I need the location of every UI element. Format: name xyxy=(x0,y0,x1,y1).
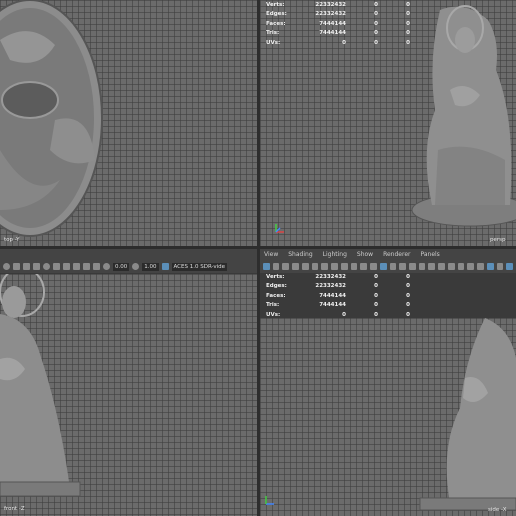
color-management-icon[interactable] xyxy=(506,263,514,270)
select-camera-icon[interactable] xyxy=(13,263,20,270)
hud-stats-top: Verts: 22332432 0 0 Edges: 22332432 0 0 Faces:… xyxy=(266,1,410,46)
panel-menubar: View Shading Lighting Show Renderer Pane… xyxy=(260,249,516,260)
viewport-divider-horizontal[interactable] xyxy=(0,246,516,249)
xray-icon[interactable] xyxy=(477,263,484,270)
colorspace-select[interactable]: ACES 1.0 SDR-vide xyxy=(171,262,228,271)
image-plane-icon[interactable] xyxy=(301,263,309,270)
wireframe-icon[interactable] xyxy=(379,263,387,270)
camera-label-side: side -X xyxy=(488,507,507,513)
viewport-front[interactable]: front -Z xyxy=(0,274,257,516)
camera-icon[interactable] xyxy=(3,263,10,270)
gate-mask-icon[interactable] xyxy=(83,263,90,270)
film-gate-icon[interactable] xyxy=(321,263,329,270)
exposure-field[interactable]: 0.00 xyxy=(113,262,130,271)
camera-label-top: top -Y xyxy=(4,237,20,243)
lock-camera-icon[interactable] xyxy=(23,263,30,270)
exposure-icon[interactable] xyxy=(103,263,110,270)
grid-icon[interactable] xyxy=(53,263,60,270)
field-chart-icon[interactable] xyxy=(93,263,100,270)
film-gate-icon[interactable] xyxy=(63,263,70,270)
lights-icon[interactable] xyxy=(409,263,416,270)
motion-blur-icon[interactable] xyxy=(438,263,445,270)
isolate-select-icon[interactable] xyxy=(467,263,475,270)
menu-panels[interactable]: Panels xyxy=(420,251,439,258)
field-chart-icon[interactable] xyxy=(350,263,358,270)
viewport-side[interactable]: side -X xyxy=(260,318,516,516)
xray-joints-icon[interactable] xyxy=(486,263,494,270)
axis-gizmo-icon xyxy=(264,494,276,506)
anti-aliasing-icon[interactable] xyxy=(447,263,455,270)
viewport-persp[interactable]: Verts: 22332432 0 0 Edges: 22332432 0 0 Faces:… xyxy=(260,0,516,246)
gamma-field[interactable]: 1.00 xyxy=(142,262,159,271)
front-view-model xyxy=(0,274,81,497)
resolution-gate-icon[interactable] xyxy=(73,263,80,270)
lock-camera-icon[interactable] xyxy=(282,263,290,270)
color-management-icon[interactable] xyxy=(161,263,169,270)
backface-culling-icon[interactable] xyxy=(496,263,504,270)
safe-action-icon[interactable] xyxy=(360,263,368,270)
bookmark-icon[interactable] xyxy=(33,263,40,270)
axis-gizmo-icon xyxy=(274,222,286,234)
menu-view[interactable]: View xyxy=(264,251,278,258)
menu-lighting[interactable]: Lighting xyxy=(323,251,347,258)
shadows-icon[interactable] xyxy=(418,263,426,270)
camera-label-persp: persp xyxy=(490,237,506,243)
select-camera-icon[interactable] xyxy=(272,263,280,270)
camera-icon[interactable] xyxy=(263,263,270,270)
side-view-model xyxy=(419,318,516,511)
bookmark-icon[interactable] xyxy=(292,263,299,270)
ambient-occlusion-icon[interactable] xyxy=(428,263,436,270)
gate-mask-icon[interactable] xyxy=(340,263,348,270)
viewport-top[interactable]: top -Y xyxy=(0,0,257,246)
grid-icon[interactable] xyxy=(311,263,319,270)
image-plane-icon[interactable] xyxy=(43,263,50,270)
menu-shading[interactable]: Shading xyxy=(288,251,312,258)
camera-label-front: front -Z xyxy=(4,506,25,512)
depth-of-field-icon[interactable] xyxy=(457,263,465,270)
menu-show[interactable]: Show xyxy=(357,251,373,258)
viewport-divider-vertical[interactable] xyxy=(257,0,260,516)
top-view-model xyxy=(0,0,103,237)
resolution-gate-icon[interactable] xyxy=(331,263,338,270)
safe-title-icon[interactable] xyxy=(370,263,377,270)
panel-toolbar-left: 0.00 1.00 ACES 1.0 SDR-vide xyxy=(0,260,257,273)
menu-renderer[interactable]: Renderer xyxy=(383,251,410,258)
smooth-shade-icon[interactable] xyxy=(389,263,397,270)
gamma-icon[interactable] xyxy=(132,263,140,270)
textured-icon[interactable] xyxy=(399,263,407,270)
hud-stats-bottom: Verts: 22332432 0 0 Edges: 22332432 0 0 Faces:… xyxy=(266,273,410,318)
panel-menubar-left xyxy=(0,249,257,260)
